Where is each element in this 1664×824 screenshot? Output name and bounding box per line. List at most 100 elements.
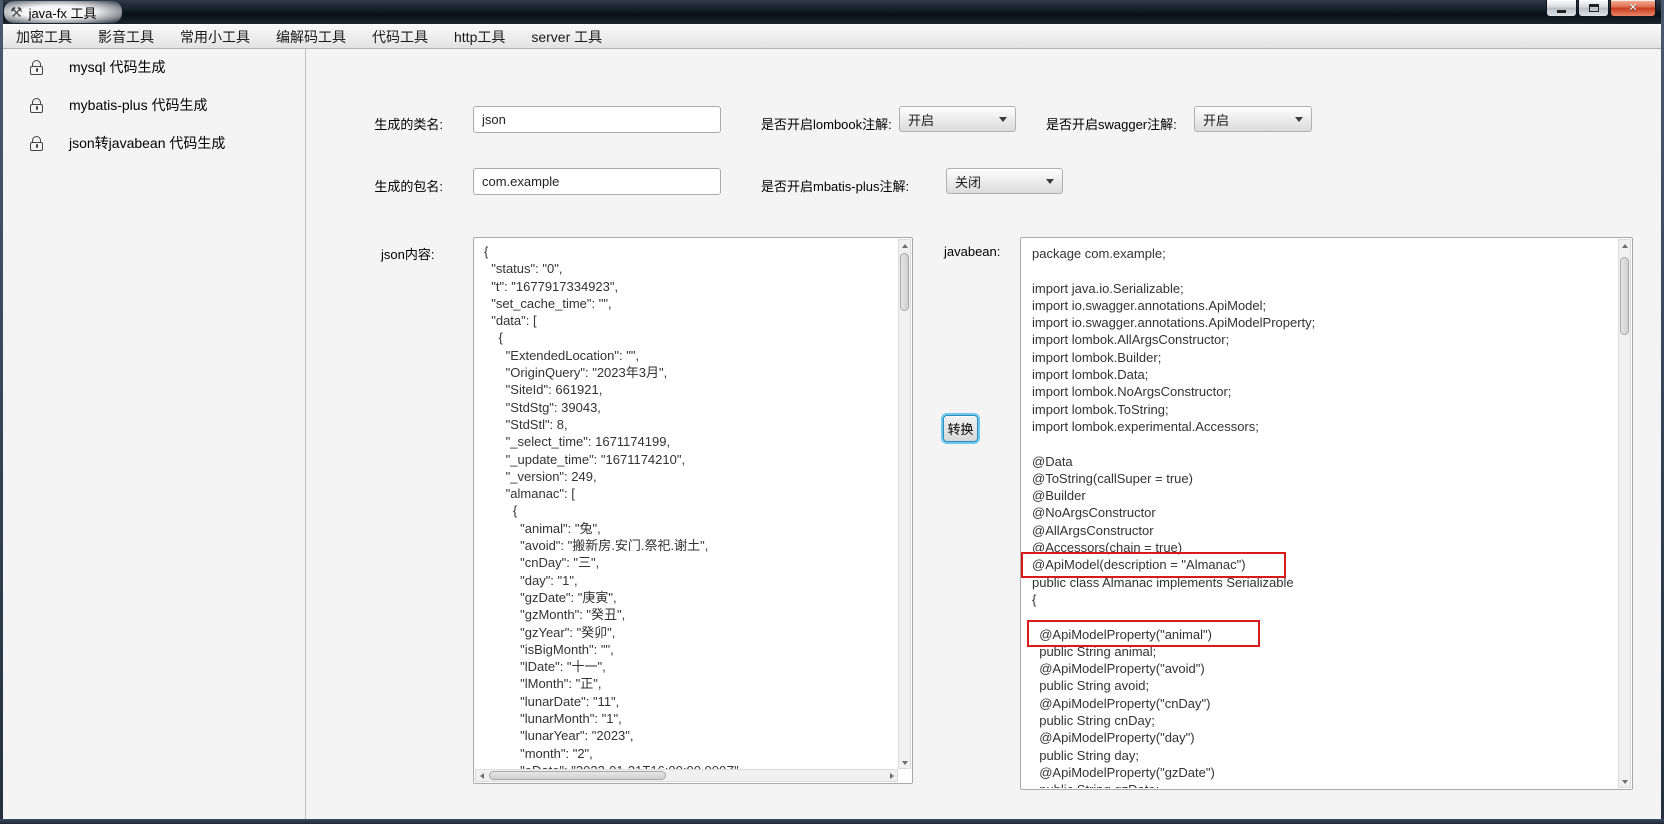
javabean-line: @ApiModelProperty("day") [1032, 729, 1618, 746]
javabean-line: public String gzDate; [1032, 781, 1618, 788]
json-line: "animal": "兔", [484, 520, 898, 537]
application-window: ⚒ java-fx 工具 ✕ 加密工具 影音工具 常用小工具 编解码工具 代码工… [0, 0, 1664, 824]
javabean-line: @AllArgsConstructor [1032, 522, 1618, 539]
menu-item[interactable]: 编解码工具 [263, 24, 359, 50]
chevron-down-icon [1295, 117, 1303, 122]
window-controls: ✕ [1545, 0, 1656, 17]
json-line: "_version": 249, [484, 468, 898, 485]
javabean-vscroll-thumb[interactable] [1620, 257, 1629, 335]
json-line: "_select_time": 1671174199, [484, 433, 898, 450]
lock-icon [30, 136, 43, 151]
sidebar-divider [305, 49, 306, 819]
json-line: "lunarMonth": "1", [484, 710, 898, 727]
json-line: "gzDate": "庚寅", [484, 589, 898, 606]
javabean-line: @ApiModelProperty("avoid") [1032, 660, 1618, 677]
javabean-line: @ApiModelProperty("cnDay") [1032, 695, 1618, 712]
javabean-line: @ApiModelProperty("gzDate") [1032, 764, 1618, 781]
sidebar-item[interactable]: mybatis-plus 代码生成 [30, 94, 207, 116]
menu-item[interactable]: 常用小工具 [167, 24, 263, 50]
json-line: "_update_time": "1671174210", [484, 451, 898, 468]
javabean-line: import lombok.experimental.Accessors; [1032, 418, 1618, 435]
json-line: "SiteId": 661921, [484, 381, 898, 398]
json-line: "ExtendedLocation": "", [484, 347, 898, 364]
lombok-select[interactable]: 开启 [899, 106, 1016, 132]
close-icon: ✕ [1628, 3, 1637, 14]
menu-item[interactable]: 加密工具 [3, 24, 85, 50]
json-line: "t": "1677917334923", [484, 278, 898, 295]
sidebar-item-label: mysql 代码生成 [69, 57, 165, 77]
json-line: "data": [ [484, 312, 898, 329]
json-vertical-scrollbar[interactable] [898, 239, 911, 769]
maximize-button[interactable] [1578, 0, 1609, 17]
javabean-line: package com.example; [1032, 245, 1618, 262]
swagger-toggle-label: 是否开启swagger注解: [1046, 114, 1177, 133]
menu-item[interactable]: 代码工具 [359, 24, 441, 50]
json-line: "gzMonth": "癸丑", [484, 606, 898, 623]
lombok-toggle-label: 是否开启lombook注解: [761, 114, 892, 133]
lombok-select-value: 开启 [908, 110, 989, 129]
json-line: "almanac": [ [484, 485, 898, 502]
javabean-vertical-scrollbar[interactable] [1618, 239, 1631, 788]
swagger-select[interactable]: 开启 [1194, 106, 1312, 132]
json-line: "lunarYear": "2023", [484, 727, 898, 744]
javabean-line: { [1032, 591, 1618, 608]
sidebar-item[interactable]: mysql 代码生成 [30, 56, 165, 78]
swagger-select-value: 开启 [1203, 110, 1285, 129]
highlight-box-apimodelproperty [1027, 620, 1260, 647]
json-line: "isBigMonth": "", [484, 641, 898, 658]
javabean-line: @Builder [1032, 487, 1618, 504]
javabean-label: javabean: [944, 244, 1000, 259]
javabean-textarea[interactable]: package com.example; import java.io.Seri… [1020, 237, 1633, 790]
json-line: "avoid": "搬新房.安门.祭祀.谢土", [484, 537, 898, 554]
json-content-textarea[interactable]: { "status": "0", "t": "1677917334923", "… [473, 237, 913, 784]
javabean-line: import io.swagger.annotations.ApiModel; [1032, 297, 1618, 314]
sidebar-item-label: json转javabean 代码生成 [69, 133, 225, 153]
json-horizontal-scrollbar[interactable] [475, 769, 898, 782]
json-line: "day": "1", [484, 572, 898, 589]
scroll-up-arrow-icon[interactable] [1619, 240, 1630, 251]
json-line: { [484, 502, 898, 519]
close-button[interactable]: ✕ [1610, 0, 1656, 17]
scroll-up-arrow-icon[interactable] [899, 240, 910, 251]
json-line: "status": "0", [484, 260, 898, 277]
package-name-label: 生成的包名: [367, 176, 443, 195]
json-hscroll-thumb[interactable] [489, 771, 666, 780]
javabean-line: import lombok.NoArgsConstructor; [1032, 383, 1618, 400]
json-vscroll-thumb[interactable] [900, 253, 909, 311]
sidebar-item[interactable]: json转javabean 代码生成 [30, 132, 225, 154]
javabean-line: import lombok.ToString; [1032, 401, 1618, 418]
mybatis-toggle-label: 是否开启mbatis-plus注解: [761, 176, 909, 195]
window-frame-left [0, 0, 3, 824]
javabean-line: public String avoid; [1032, 677, 1618, 694]
convert-button[interactable]: 转换 [943, 415, 978, 442]
scroll-down-arrow-icon[interactable] [1619, 776, 1630, 787]
json-line: "lDate": "十一", [484, 658, 898, 675]
menu-item[interactable]: 影音工具 [85, 24, 167, 50]
javabean-line: import java.io.Serializable; [1032, 280, 1618, 297]
javabean-line: public String day; [1032, 747, 1618, 764]
minimize-button[interactable] [1546, 0, 1577, 17]
menu-item[interactable]: server 工具 [518, 24, 615, 50]
class-name-input[interactable] [473, 106, 721, 133]
scroll-left-arrow-icon[interactable] [476, 770, 487, 781]
title-bar[interactable]: ⚒ java-fx 工具 ✕ [0, 0, 1664, 24]
lock-icon [30, 60, 43, 75]
javabean-text[interactable]: package com.example; import java.io.Seri… [1022, 239, 1618, 788]
scroll-down-arrow-icon[interactable] [899, 757, 910, 768]
chevron-down-icon [999, 117, 1007, 122]
highlight-box-apimodel [1021, 552, 1286, 578]
package-name-input[interactable] [473, 168, 721, 195]
javabean-line: import lombok.AllArgsConstructor; [1032, 331, 1618, 348]
mybatis-select[interactable]: 关闭 [946, 168, 1063, 194]
scroll-right-arrow-icon[interactable] [886, 770, 897, 781]
json-line: "set_cache_time": "", [484, 295, 898, 312]
json-line: "StdStg": 39043, [484, 399, 898, 416]
menu-item[interactable]: http工具 [441, 24, 518, 50]
javabean-line: @NoArgsConstructor [1032, 504, 1618, 521]
mybatis-select-value: 关闭 [955, 172, 1036, 191]
javabean-line [1032, 262, 1618, 279]
javabean-line: public String cnDay; [1032, 712, 1618, 729]
json-content-label: json内容: [381, 244, 434, 263]
javabean-line: @ToString(callSuper = true) [1032, 470, 1618, 487]
json-content-text[interactable]: { "status": "0", "t": "1677917334923", "… [475, 239, 898, 769]
